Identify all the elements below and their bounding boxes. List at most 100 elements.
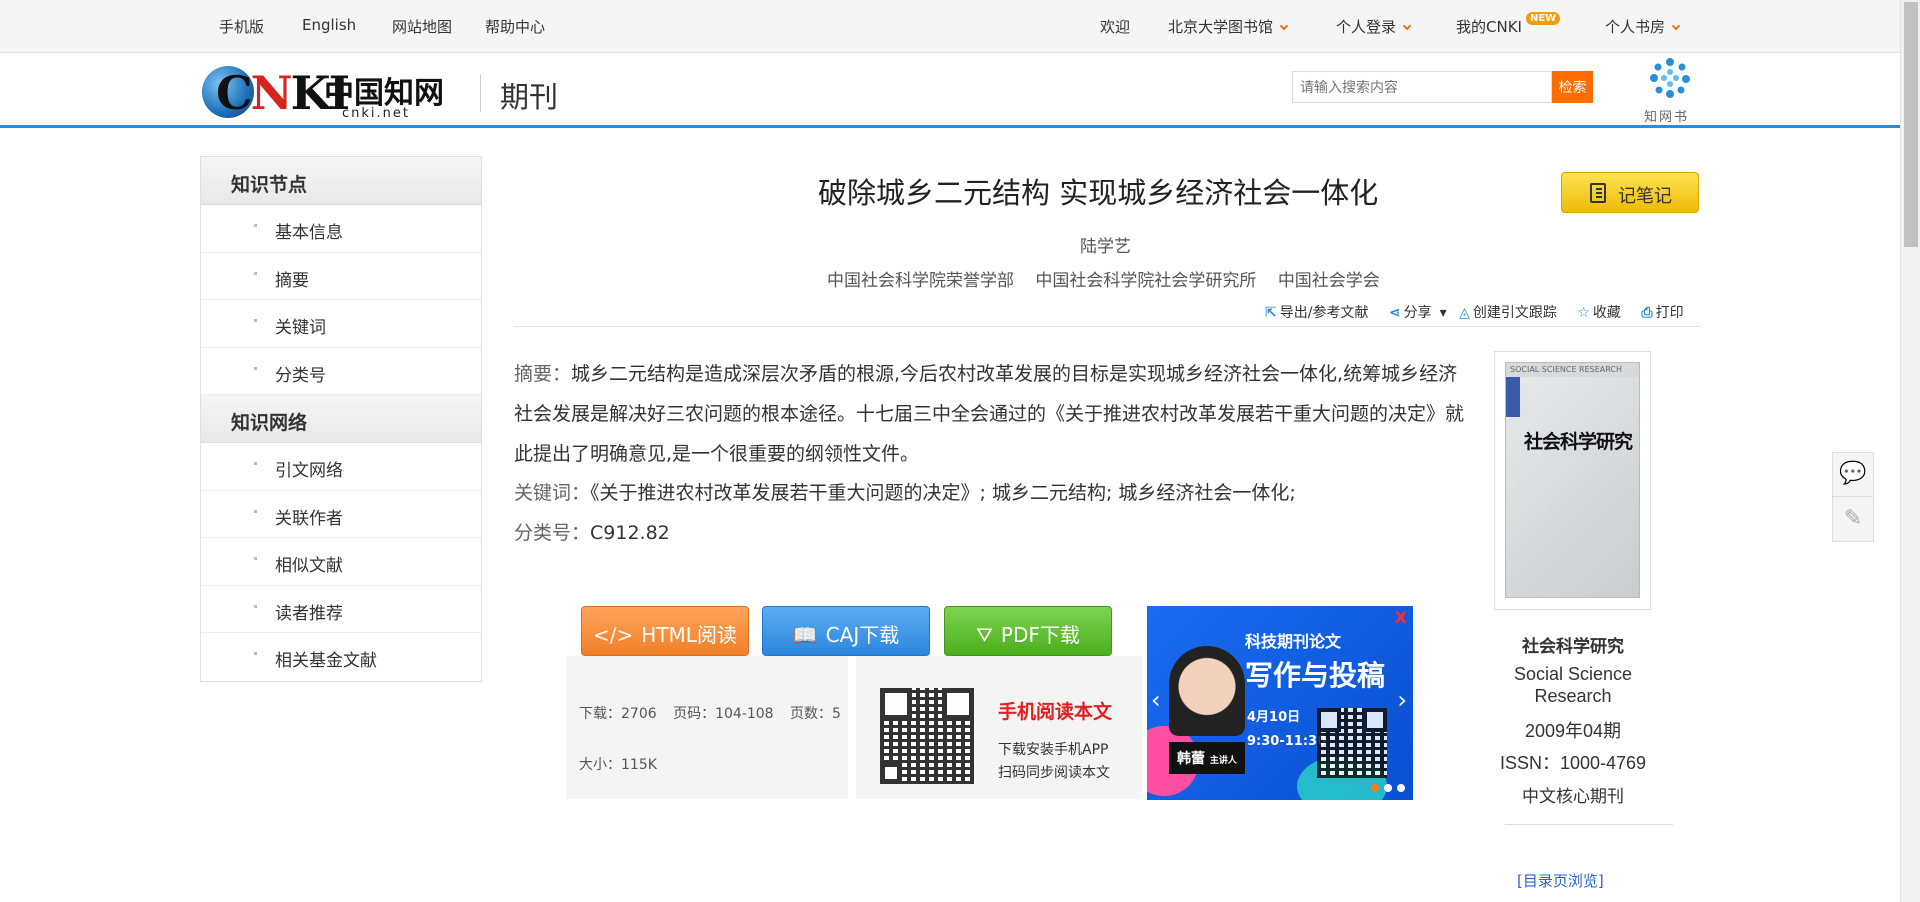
my-cnki-link[interactable]: 我的CNKI NEW: [1456, 12, 1561, 37]
journal-cover[interactable]: SOCIAL SCIENCE RESEARCH 社会科学研究: [1494, 351, 1651, 610]
scrollbar-thumb[interactable]: [1904, 2, 1918, 247]
feedback-icon[interactable]: 💬: [1833, 453, 1873, 497]
sidebar-item-abstract[interactable]: 摘要: [201, 252, 481, 300]
caj-download-button[interactable]: 📖 CAJ下载: [762, 606, 930, 656]
book-icon: 📖: [792, 623, 818, 647]
article-toolbar: ⇱ 导出/参考文献 ⋖ 分享 ▾ ◬ 创建引文跟踪 ☆ 收藏 ⎙ 打印: [1265, 302, 1700, 322]
new-badge: NEW: [1525, 12, 1561, 25]
pencil-icon[interactable]: ✎: [1833, 498, 1873, 542]
abstract-label: 摘要：: [514, 363, 572, 385]
ad-banner[interactable]: X 科技期刊论文 写作与投稿 4月10日 9:30-11:30 韩蕾 主讲人 ‹…: [1147, 606, 1413, 800]
sidebar-item-reader-recs[interactable]: 读者推荐: [201, 585, 481, 633]
cover-image: SOCIAL SCIENCE RESEARCH 社会科学研究: [1505, 362, 1640, 598]
abstract-text: 城乡二元结构是造成深层次矛盾的根源,今后农村改革发展的目标是实现城乡经济社会一体…: [514, 363, 1465, 465]
pdf-download-button[interactable]: ⛛ PDF下载: [944, 606, 1112, 656]
ad-close-button[interactable]: X: [1395, 608, 1407, 627]
chevron-right-icon[interactable]: ›: [1397, 686, 1407, 714]
sidebar-item-fund-docs[interactable]: 相关基金文献: [201, 633, 481, 681]
abstract: 摘要：城乡二元结构是造成深层次矛盾的根源,今后农村改革发展的目标是实现城乡经济社…: [514, 354, 1466, 474]
sidebar-item-basic-info[interactable]: 基本信息: [201, 205, 481, 253]
sidebar-section-nodes: 知识节点: [201, 157, 481, 205]
take-note-button[interactable]: 记笔记: [1561, 172, 1699, 213]
page-count: 页数：5: [790, 706, 841, 722]
chevron-down-icon: [1671, 21, 1681, 31]
journal-name-en: Social Science Research: [1513, 664, 1633, 706]
logo-url: cnki.net: [342, 106, 410, 121]
bookroom-dropdown[interactable]: 个人书房: [1605, 16, 1681, 37]
keywords-text[interactable]: 《关于推进农村改革发展若干重大问题的决定》; 城乡二元结构; 城乡经济社会一体化…: [590, 482, 1296, 504]
section-title: 期刊: [500, 80, 559, 114]
sitemap-link[interactable]: 网站地图: [392, 16, 452, 37]
cover-top-text: SOCIAL SCIENCE RESEARCH: [1506, 363, 1639, 377]
cover-title: 社会科学研究: [1524, 431, 1633, 453]
classification-label: 分类号：: [514, 522, 591, 544]
login-dropdown[interactable]: 个人登录: [1336, 16, 1412, 37]
mobile-version-link[interactable]: 手机版: [219, 16, 264, 37]
print-link[interactable]: ⎙ 打印: [1641, 305, 1691, 321]
org-link[interactable]: 中国社会科学院社会学研究所: [1035, 271, 1256, 291]
org-link[interactable]: 中国社会科学院荣誉学部: [827, 271, 1014, 291]
sidebar-item-keywords[interactable]: 关键词: [201, 300, 481, 348]
keywords: 关键词：《关于推进农村改革发展若干重大问题的决定》; 城乡二元结构; 城乡经济社…: [514, 478, 1296, 505]
sidebar-section-network: 知识网络: [201, 395, 481, 443]
cnki-logo[interactable]: CNKI 中国知网 cnki.net: [202, 64, 452, 122]
mobile-read-line1: 下载安装手机APP: [998, 742, 1109, 758]
article-orgs: 中国社会科学院荣誉学部 中国社会科学院社会学研究所 中国社会学会: [827, 266, 1396, 291]
site-header: CNKI 中国知网 cnki.net 期刊 检索 知网书: [0, 54, 1900, 128]
export-link[interactable]: ⇱ 导出/参考文献: [1265, 305, 1376, 321]
my-cnki-label: 我的CNKI: [1456, 18, 1522, 36]
share-label: 分享: [1403, 305, 1432, 321]
caj-download-label: CAJ下载: [825, 623, 900, 647]
journal-issue[interactable]: 2009年04期: [1478, 717, 1668, 743]
journal-name[interactable]: 社会科学研究: [1478, 632, 1668, 657]
knowledge-sidebar: 知识节点 基本信息 摘要 关键词 分类号 知识网络 引文网络 关联作者 相似文献…: [200, 156, 482, 682]
vertical-scrollbar[interactable]: [1900, 0, 1920, 902]
library-dropdown[interactable]: 北京大学图书馆: [1168, 16, 1289, 37]
notebook-icon: [1590, 183, 1606, 203]
ad-time: 9:30-11:30: [1247, 734, 1327, 749]
ad-speaker: 韩蕾 主讲人: [1169, 742, 1245, 774]
favorite-link[interactable]: ☆ 收藏: [1577, 305, 1629, 321]
chevron-left-icon[interactable]: ‹: [1151, 686, 1161, 714]
chevron-down-icon: [1279, 21, 1289, 31]
chevron-down-icon: [1402, 21, 1412, 31]
speaker-photo: [1169, 646, 1245, 736]
english-link[interactable]: English: [302, 16, 356, 34]
export-icon: ⇱: [1265, 305, 1277, 321]
pdf-download-label: PDF下载: [1000, 623, 1080, 647]
share-icon: ⋖: [1388, 305, 1401, 321]
search-button[interactable]: 检索: [1552, 71, 1593, 103]
html-read-button[interactable]: </> HTML阅读: [581, 606, 749, 656]
search-input[interactable]: [1292, 71, 1552, 103]
mobile-read-panel: 手机阅读本文 下载安装手机APP 扫码同步阅读本文: [856, 656, 1142, 799]
article-author[interactable]: 陆学艺: [1080, 232, 1131, 257]
classification: 分类号：C912.82: [514, 518, 670, 545]
sidebar-item-related-authors[interactable]: 关联作者: [201, 490, 481, 538]
favorite-label: 收藏: [1592, 305, 1621, 321]
cover-stripe: [1506, 377, 1520, 417]
sidebar-item-classification[interactable]: 分类号: [201, 347, 481, 395]
ad-speaker-role: 主讲人: [1209, 756, 1237, 766]
take-note-label: 记笔记: [1618, 186, 1672, 207]
citation-tracking-link[interactable]: ◬ 创建引文跟踪: [1459, 305, 1565, 321]
zwb-logo-icon: [1650, 58, 1690, 98]
header-divider: [480, 74, 481, 112]
keywords-label: 关键词：: [514, 482, 591, 504]
library-label: 北京大学图书馆: [1168, 18, 1274, 36]
ad-qr-code-icon: [1317, 708, 1387, 778]
qr-code-icon: [880, 688, 974, 784]
star-icon: ☆: [1577, 305, 1590, 321]
carousel-dots[interactable]: [1366, 777, 1405, 796]
sidebar-item-citation-network[interactable]: 引文网络: [201, 443, 481, 491]
download-stats: 下载：2706 页码：104-108 页数：5 大小：115K: [566, 656, 848, 799]
zwb-link[interactable]: 知网书: [1640, 54, 1700, 128]
toc-browse-link[interactable]: [目录页浏览]: [1517, 870, 1604, 891]
code-icon: </>: [593, 623, 634, 647]
help-center-link[interactable]: 帮助中心: [485, 16, 545, 37]
mobile-read-line2: 扫码同步阅读本文: [998, 765, 1110, 781]
sidebar-item-similar-docs[interactable]: 相似文献: [201, 538, 481, 586]
share-dropdown[interactable]: ⋖ 分享 ▾: [1389, 305, 1447, 321]
org-link[interactable]: 中国社会学会: [1278, 271, 1380, 291]
ad-date: 4月10日: [1247, 710, 1301, 725]
download-count: 下载：2706: [579, 706, 657, 722]
